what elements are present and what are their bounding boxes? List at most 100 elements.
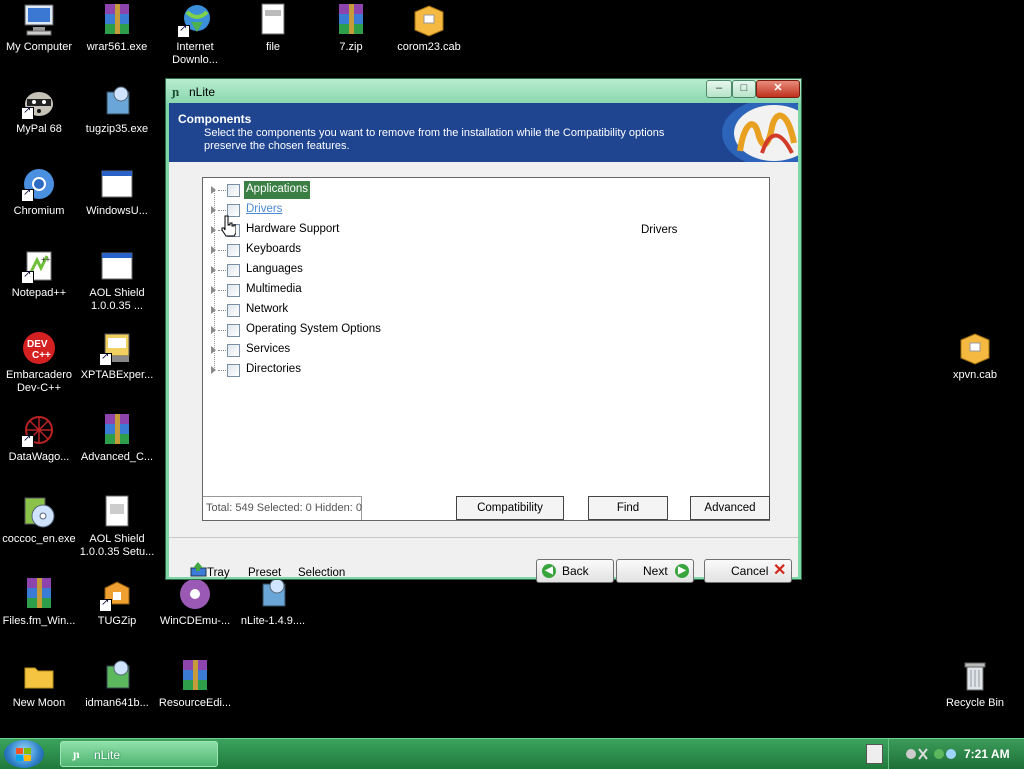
next-button[interactable]: Next ▶ bbox=[616, 559, 694, 583]
tree-item-multimedia[interactable]: Multimedia bbox=[211, 281, 611, 301]
tree-item-label: Network bbox=[246, 303, 289, 315]
desktop-icon-xptab[interactable]: XPTABExper... bbox=[78, 330, 156, 382]
start-button[interactable] bbox=[4, 740, 44, 768]
winrar-icon bbox=[99, 2, 135, 38]
desktop-icon-label: Internet Downlo... bbox=[172, 41, 218, 66]
desktop-icon-windowsu[interactable]: WindowsU... bbox=[78, 166, 156, 218]
tree-item-operating-system-options[interactable]: Operating System Options bbox=[211, 321, 611, 341]
desktop-icon-tugzip[interactable]: TUGZip bbox=[78, 576, 156, 628]
desktop-icon-label: AOL Shield 1.0.0.35 ... bbox=[89, 287, 145, 312]
expand-arrow-icon[interactable] bbox=[211, 326, 216, 334]
desktop-icon-xpvn-cab[interactable]: xpvn.cab bbox=[936, 330, 1014, 382]
tree-item-network[interactable]: Network bbox=[211, 301, 611, 321]
tree-connector bbox=[218, 250, 226, 251]
advanced-button[interactable]: Advanced bbox=[690, 496, 770, 520]
tray-icons[interactable] bbox=[905, 746, 959, 762]
tree-item-applications[interactable]: Applications bbox=[211, 181, 611, 201]
checkbox[interactable] bbox=[227, 184, 240, 197]
expand-arrow-icon[interactable] bbox=[211, 246, 216, 254]
clock[interactable]: 7:21 AM bbox=[964, 747, 1010, 761]
document-icon bbox=[99, 494, 135, 530]
desktop-icon-internet-download[interactable]: Internet Downlo... bbox=[156, 2, 234, 67]
compatibility-button[interactable]: Compatibility bbox=[456, 496, 564, 520]
minimize-button[interactable]: – bbox=[706, 80, 732, 98]
desktop-icon-coccoc[interactable]: coccoc_en.exe bbox=[0, 494, 78, 546]
find-button[interactable]: Find bbox=[588, 496, 668, 520]
tree-connector bbox=[218, 370, 226, 371]
desktop-icon-advanced-c[interactable]: Advanced_C... bbox=[78, 412, 156, 464]
title-bar[interactable]: ɲ nLite – □ ✕ bbox=[166, 79, 801, 103]
installer-icon bbox=[255, 576, 291, 612]
desktop-icon-aol-shield-setup[interactable]: AOL Shield 1.0.0.35 Setu... bbox=[78, 494, 156, 559]
desktop-icon-7zip[interactable]: 7.zip bbox=[312, 2, 390, 54]
selection-link[interactable]: Selection bbox=[298, 567, 345, 579]
expand-arrow-icon[interactable] bbox=[211, 226, 216, 234]
desktop-icon-label: My Computer bbox=[5, 41, 73, 53]
tree-item-services[interactable]: Services bbox=[211, 341, 611, 361]
desktop-icon-nlite-installer[interactable]: nLite-1.4.9.... bbox=[234, 576, 312, 628]
checkbox[interactable] bbox=[227, 324, 240, 337]
checkbox[interactable] bbox=[227, 284, 240, 297]
tree-item-label: Directories bbox=[246, 363, 301, 375]
desktop-icon-notepadpp[interactable]: ++ Notepad++ bbox=[0, 248, 78, 300]
back-button[interactable]: ◀ Back bbox=[536, 559, 614, 583]
desktop-icon-chromium[interactable]: Chromium bbox=[0, 166, 78, 218]
desktop-icon-label: file bbox=[265, 41, 281, 53]
taskbar-item-nlite[interactable]: ɲ nLite bbox=[60, 741, 218, 767]
tree-item-languages[interactable]: Languages bbox=[211, 261, 611, 281]
desktop-icon-my-computer[interactable]: My Computer bbox=[0, 2, 78, 54]
xptab-icon bbox=[99, 330, 135, 366]
desktop-icon-label: WinCDEmu-... bbox=[159, 615, 231, 627]
tree-item-keyboards[interactable]: Keyboards bbox=[211, 241, 611, 261]
checkbox[interactable] bbox=[227, 344, 240, 357]
desktop-icon-new-moon[interactable]: New Moon bbox=[0, 658, 78, 710]
expand-arrow-icon[interactable] bbox=[211, 366, 216, 374]
expand-arrow-icon[interactable] bbox=[211, 306, 216, 314]
cancel-button[interactable]: Cancel ✕ bbox=[704, 559, 792, 583]
desktop-icon-wrar561[interactable]: wrar561.exe bbox=[78, 2, 156, 54]
expand-arrow-icon[interactable] bbox=[211, 286, 216, 294]
tree-connector bbox=[218, 190, 226, 191]
close-button[interactable]: ✕ bbox=[756, 80, 800, 98]
desktop-icon-tugzip35[interactable]: tugzip35.exe bbox=[78, 84, 156, 136]
preset-link[interactable]: Preset bbox=[248, 567, 281, 579]
expand-arrow-icon[interactable] bbox=[211, 266, 216, 274]
expand-arrow-icon[interactable] bbox=[211, 206, 216, 214]
window-app-icon bbox=[99, 166, 135, 202]
shortcut-arrow-icon bbox=[21, 433, 34, 448]
desktop-icon-wincdemu[interactable]: WinCDEmu-... bbox=[156, 576, 234, 628]
tree-item-directories[interactable]: Directories bbox=[211, 361, 611, 381]
components-panel: Applications Drivers Hardware Support Ke… bbox=[202, 177, 770, 521]
checkbox[interactable] bbox=[227, 304, 240, 317]
tray-link[interactable]: Tray bbox=[207, 567, 230, 579]
desktop-icon-label: tugzip35.exe bbox=[85, 123, 149, 135]
desktop-icon-devcpp[interactable]: DEV C++ Embarcadero Dev-C++ bbox=[0, 330, 78, 395]
desktop-icon-file[interactable]: file bbox=[234, 2, 312, 54]
status-summary: Total: 549 Selected: 0 Hidden: 0 bbox=[203, 496, 362, 520]
tree-item-drivers[interactable]: Drivers bbox=[211, 201, 611, 221]
desktop-icon-aol-shield[interactable]: AOL Shield 1.0.0.35 ... bbox=[78, 248, 156, 313]
keyboard-icon[interactable] bbox=[866, 744, 883, 764]
desktop-icon-idman[interactable]: idman641b... bbox=[78, 658, 156, 710]
nlite-app-icon: ɲ bbox=[172, 84, 180, 99]
desktop-icon-recycle-bin[interactable]: Recycle Bin bbox=[936, 658, 1014, 710]
desktop-icon-label: coccoc_en.exe bbox=[2, 533, 76, 545]
installer-icon bbox=[99, 658, 135, 694]
desktop-icon-corom23[interactable]: corom23.cab bbox=[390, 2, 468, 54]
desktop-icon-filesfm[interactable]: Files.fm_Win... bbox=[0, 576, 78, 628]
tree-item-label: Hardware Support bbox=[246, 223, 340, 235]
desktop-icon-resourceedit[interactable]: ResourceEdi... bbox=[156, 658, 234, 710]
expand-arrow-icon[interactable] bbox=[211, 186, 216, 194]
disc-icon bbox=[177, 576, 213, 612]
maximize-button[interactable]: □ bbox=[732, 80, 756, 98]
tree-item-hardware-support[interactable]: Hardware Support bbox=[211, 221, 611, 241]
checkbox[interactable] bbox=[227, 264, 240, 277]
desktop-icon-label: xpvn.cab bbox=[952, 369, 998, 381]
desktop-icon-datawagon[interactable]: DataWago... bbox=[0, 412, 78, 464]
checkbox[interactable] bbox=[227, 244, 240, 257]
expand-arrow-icon[interactable] bbox=[211, 346, 216, 354]
tree-item-label: Services bbox=[246, 343, 291, 355]
desktop-icon-mypal[interactable]: MyPal 68 bbox=[0, 84, 78, 136]
checkbox[interactable] bbox=[227, 364, 240, 377]
computer-icon bbox=[21, 2, 57, 38]
